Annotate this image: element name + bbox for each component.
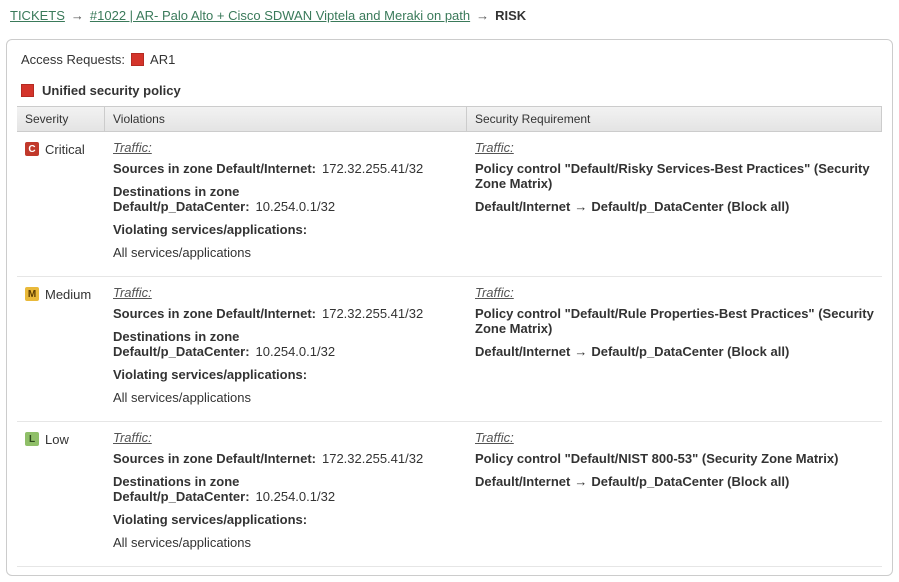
arrow-right-icon: → [574, 199, 587, 214]
severity-badge-icon: C [25, 142, 39, 156]
chevron-right-icon: → [476, 8, 489, 23]
violation-services-label: Violating services/applications: [113, 222, 459, 237]
table-body: C Critical Traffic: Sources in zone Default… [17, 132, 882, 567]
breadcrumb: TICKETS → #1022 | AR- Palo Alto + Cisco … [0, 0, 899, 31]
requirement-cell: Traffic: Policy control "Default/Risky Se… [467, 140, 882, 268]
arrow-right-icon: → [574, 474, 587, 489]
severity-badge-icon: M [25, 287, 39, 301]
severity-label: Low [45, 432, 69, 447]
table-row: M Medium Traffic: Sources in zone Default/I… [17, 277, 882, 422]
ar1-icon [131, 53, 144, 66]
col-violations[interactable]: Violations [105, 107, 467, 131]
col-requirement[interactable]: Security Requirement [467, 107, 882, 131]
violation-destination: Destinations in zone Default/p_DataCente… [113, 329, 459, 359]
violations-cell: Traffic: Sources in zone Default/Internet… [105, 140, 467, 268]
traffic-label: Traffic: [475, 285, 874, 300]
usp-title: Unified security policy [42, 83, 181, 98]
risk-panel: Access Requests: AR1 Unified security po… [6, 39, 893, 576]
usp-header: Unified security policy [7, 77, 892, 106]
traffic-label: Traffic: [113, 285, 459, 300]
requirement-cell: Traffic: Policy control "Default/Rule Pro… [467, 285, 882, 413]
risk-table: Severity Violations Security Requirement… [17, 106, 882, 567]
severity-badge-icon: L [25, 432, 39, 446]
severity-cell: C Critical [17, 140, 105, 268]
col-severity[interactable]: Severity [17, 107, 105, 131]
policy-control: Policy control "Default/Risky Services-B… [475, 161, 874, 191]
table-header: Severity Violations Security Requirement [17, 107, 882, 132]
policy-control: Policy control "Default/NIST 800-53" (Se… [475, 451, 874, 466]
severity-cell: L Low [17, 430, 105, 558]
zone-path: Default/Internet→Default/p_DataCenter (B… [475, 474, 874, 489]
violation-services-value: All services/applications [113, 535, 459, 550]
violations-cell: Traffic: Sources in zone Default/Internet… [105, 285, 467, 413]
traffic-label: Traffic: [113, 430, 459, 445]
violation-source: Sources in zone Default/Internet:172.32.… [113, 161, 459, 176]
violation-source: Sources in zone Default/Internet:172.32.… [113, 451, 459, 466]
access-requests-label: Access Requests: [21, 52, 125, 67]
severity-label: Critical [45, 142, 85, 157]
policy-control: Policy control "Default/Rule Properties-… [475, 306, 874, 336]
breadcrumb-tickets-link[interactable]: TICKETS [10, 8, 65, 23]
arrow-right-icon: → [574, 344, 587, 359]
traffic-label: Traffic: [113, 140, 459, 155]
violation-destination: Destinations in zone Default/p_DataCente… [113, 184, 459, 214]
violations-cell: Traffic: Sources in zone Default/Internet… [105, 430, 467, 558]
zone-path: Default/Internet→Default/p_DataCenter (B… [475, 199, 874, 214]
violation-services-value: All services/applications [113, 245, 459, 260]
table-row: C Critical Traffic: Sources in zone Default… [17, 132, 882, 277]
violation-services-label: Violating services/applications: [113, 367, 459, 382]
severity-cell: M Medium [17, 285, 105, 413]
violation-services-label: Violating services/applications: [113, 512, 459, 527]
table-row: L Low Traffic: Sources in zone Default/Inte… [17, 422, 882, 567]
severity-label: Medium [45, 287, 91, 302]
policy-icon [21, 84, 34, 97]
zone-path: Default/Internet→Default/p_DataCenter (B… [475, 344, 874, 359]
breadcrumb-current: RISK [495, 8, 526, 23]
traffic-label: Traffic: [475, 140, 874, 155]
requirement-cell: Traffic: Policy control "Default/NIST 800… [467, 430, 882, 558]
chevron-right-icon: → [71, 8, 84, 23]
breadcrumb-ticket-link[interactable]: #1022 | AR- Palo Alto + Cisco SDWAN Vipt… [90, 8, 470, 23]
violation-source: Sources in zone Default/Internet:172.32.… [113, 306, 459, 321]
traffic-label: Traffic: [475, 430, 874, 445]
access-requests-bar: Access Requests: AR1 [7, 48, 892, 77]
violation-destination: Destinations in zone Default/p_DataCente… [113, 474, 459, 504]
ar1-label: AR1 [150, 52, 175, 67]
violation-services-value: All services/applications [113, 390, 459, 405]
